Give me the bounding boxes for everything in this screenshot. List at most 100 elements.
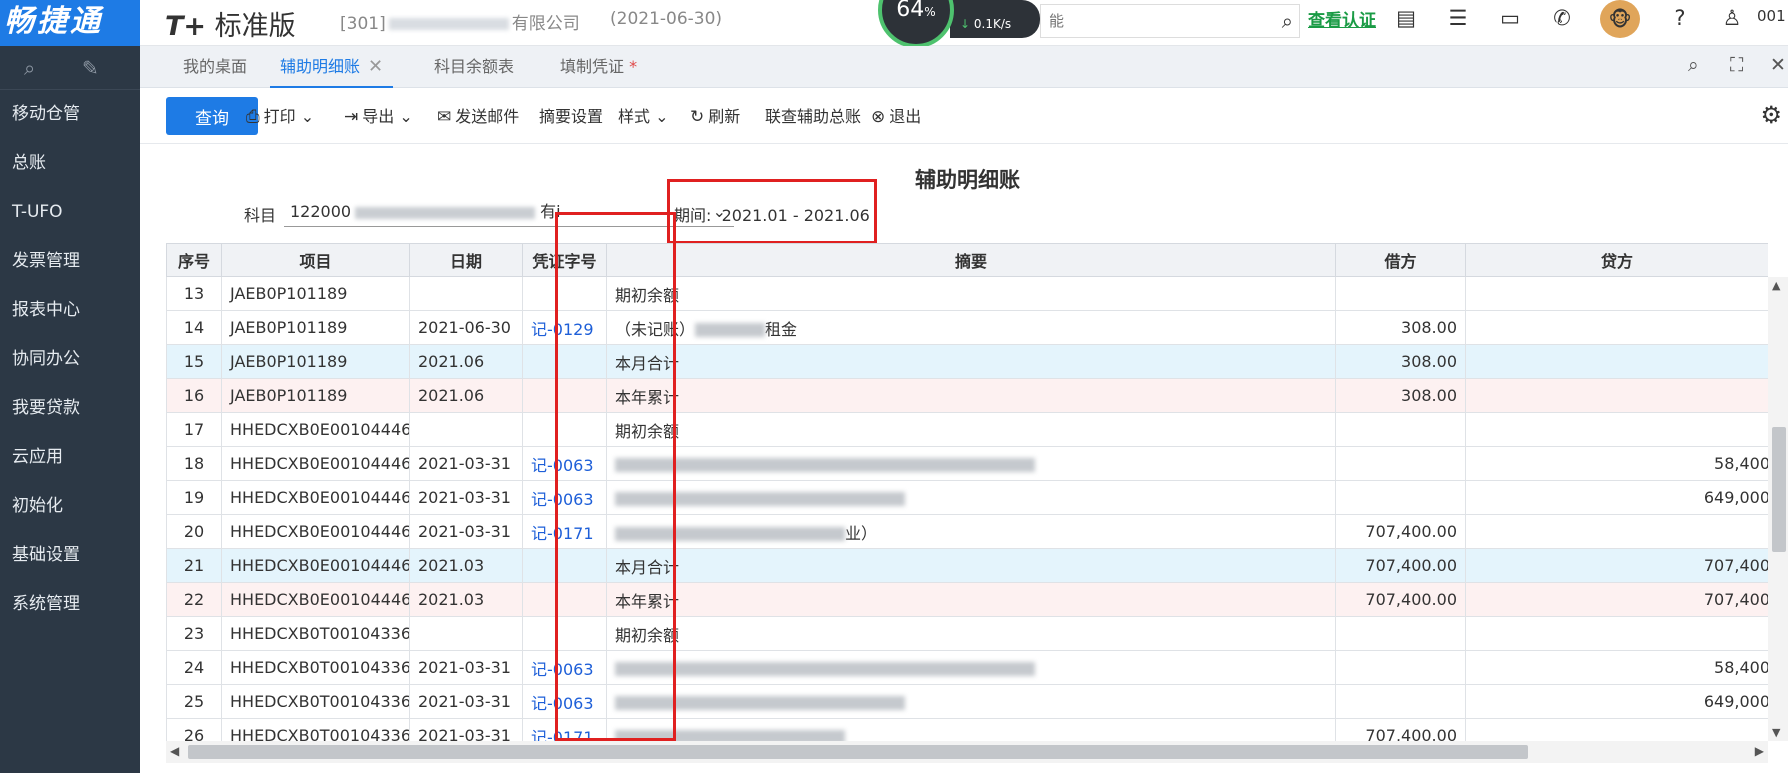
col-date[interactable]: 日期: [409, 243, 523, 277]
printer-icon: ⎙: [246, 107, 260, 127]
row-voucher[interactable]: 记-0129: [522, 310, 607, 345]
scroll-left-icon[interactable]: ◀: [170, 744, 179, 758]
toolbar: 查询 ⎙ 打印 ⌄ ⇥ 导出 ⌄ ✉ 发送邮件 摘要设置 样式 ⌄ ↻ 刷新 联查辅助总…: [140, 88, 1788, 144]
phone-icon[interactable]: ✆: [1548, 6, 1576, 30]
table-row[interactable]: 25 HHEDCXB0T00104336 2021-03-31 记-0063 649,0…: [166, 684, 1768, 719]
tab-label: 我的桌面: [183, 57, 248, 76]
message-icon[interactable]: ▭: [1496, 6, 1524, 30]
fullscreen-icon[interactable]: ⛶: [1730, 54, 1743, 76]
search-icon[interactable]: ⌕: [1688, 54, 1699, 76]
row-credit: [1465, 616, 1768, 651]
table-row[interactable]: 21 HHEDCXB0E00104446 2021.03 本月合计 707,400.00…: [166, 548, 1768, 583]
col-credit[interactable]: 贷方: [1465, 243, 1768, 277]
tab-voucher-entry[interactable]: 填制凭证 *: [550, 46, 647, 88]
table-row[interactable]: 14 JAEB0P101189 2021-06-30 记-0129 （未记账） 租金 308…: [166, 310, 1768, 345]
tab-aux-detail[interactable]: 辅助明细账 ✕: [270, 46, 394, 88]
calculator-icon[interactable]: ▤: [1392, 6, 1420, 30]
sidebar-item[interactable]: 系统管理: [0, 580, 140, 629]
query-button[interactable]: 查询: [166, 97, 258, 135]
scroll-thumb[interactable]: [1772, 427, 1786, 552]
row-voucher[interactable]: 记-0063: [522, 446, 607, 481]
linked-query-button[interactable]: 联查辅助总账: [765, 103, 861, 127]
row-item: JAEB0P101189: [221, 310, 410, 345]
row-debit: [1335, 684, 1466, 719]
col-no[interactable]: 序号: [166, 243, 222, 277]
close-all-icon[interactable]: ✕: [1770, 54, 1786, 76]
sidebar-item[interactable]: 发票管理: [0, 237, 140, 286]
table-row[interactable]: 13 JAEB0P101189 期初余额: [166, 276, 1768, 311]
close-icon[interactable]: ✕: [368, 56, 383, 77]
style-menu[interactable]: 样式 ⌄: [618, 103, 669, 127]
gear-icon[interactable]: ⚙: [1760, 101, 1782, 129]
search-doc-icon[interactable]: ⌕: [24, 56, 35, 80]
row-credit: [1465, 276, 1768, 311]
row-date: 2021-03-31: [409, 650, 523, 685]
horizontal-scrollbar[interactable]: ◀ ▶: [166, 741, 1768, 763]
row-date: [409, 276, 523, 311]
refresh-button[interactable]: ↻ 刷新: [690, 103, 740, 127]
row-credit: [1465, 378, 1768, 413]
print-menu[interactable]: ⎙ 打印 ⌄: [246, 103, 314, 127]
table-row[interactable]: 26 HHEDCXB0T00104336 2021-03-31 记-0171 707,4…: [166, 718, 1768, 741]
sidebar-item[interactable]: 基础设置: [0, 531, 140, 580]
table-row[interactable]: 22 HHEDCXB0E00104446 2021.03 本年累计 707,400.00…: [166, 582, 1768, 617]
tab-label: 科目余额表: [434, 57, 515, 76]
table-row[interactable]: 18 HHEDCXB0E00104446 2021-03-31 记-0063 58,40…: [166, 446, 1768, 481]
row-voucher[interactable]: 记-0063: [522, 684, 607, 719]
row-item: HHEDCXB0T00104336: [221, 718, 410, 741]
redacted-text: [615, 457, 1035, 472]
task-list-icon[interactable]: ☰: [1444, 6, 1472, 30]
row-date: 2021-03-31: [409, 480, 523, 515]
export-icon: ⇥: [344, 107, 359, 127]
scroll-down-icon[interactable]: ▼: [1772, 726, 1780, 739]
search-input[interactable]: [1041, 5, 1241, 37]
mascot-icon[interactable]: 🐵: [1600, 0, 1640, 38]
row-debit: 308.00: [1335, 378, 1466, 413]
sidebar: ⌕ ✎ 移动仓管 总账 T-UFO 发票管理 报表中心 协同办公 我要贷款 云应用 初始化 基础设…: [0, 46, 140, 773]
send-mail-label: 发送邮件: [455, 107, 520, 126]
tab-desktop[interactable]: 我的桌面: [173, 46, 257, 88]
sidebar-item[interactable]: 总账: [0, 139, 140, 188]
sidebar-item[interactable]: 报表中心: [0, 286, 140, 335]
summary-settings-button[interactable]: 摘要设置: [539, 103, 603, 127]
table-row[interactable]: 15 JAEB0P101189 2021.06 本月合计 308.00: [166, 344, 1768, 379]
row-debit: [1335, 412, 1466, 447]
help-icon[interactable]: ?: [1666, 6, 1694, 30]
search-icon[interactable]: ⌕: [1282, 9, 1293, 33]
row-voucher[interactable]: 记-0171: [522, 514, 607, 549]
send-mail-button[interactable]: ✉ 发送邮件: [437, 103, 519, 127]
table-row[interactable]: 24 HHEDCXB0T00104336 2021-03-31 记-0063 58,40…: [166, 650, 1768, 685]
sidebar-item[interactable]: 移动仓管: [0, 90, 140, 139]
sidebar-item[interactable]: 初始化: [0, 482, 140, 531]
table-row[interactable]: 19 HHEDCXB0E00104446 2021-03-31 记-0063 649,0…: [166, 480, 1768, 515]
row-voucher[interactable]: 记-0063: [522, 650, 607, 685]
col-debit[interactable]: 借方: [1335, 243, 1466, 277]
new-doc-icon[interactable]: ✎: [82, 56, 99, 80]
vertical-scrollbar[interactable]: ▲ ▼: [1768, 277, 1788, 741]
row-summary: 本年累计: [606, 378, 1336, 413]
col-item[interactable]: 项目: [221, 243, 410, 277]
table-row[interactable]: 20 HHEDCXB0E00104446 2021-03-31 记-0171 业） 707…: [166, 514, 1768, 549]
export-menu[interactable]: ⇥ 导出 ⌄: [344, 103, 413, 127]
sidebar-item[interactable]: 我要贷款: [0, 384, 140, 433]
sidebar-item[interactable]: 协同办公: [0, 335, 140, 384]
scroll-up-icon[interactable]: ▲: [1772, 279, 1780, 292]
sidebar-item[interactable]: T-UFO: [0, 188, 140, 237]
row-voucher[interactable]: 记-0063: [522, 480, 607, 515]
chevron-down-icon: ⌄: [399, 107, 413, 126]
row-voucher[interactable]: 记-0171: [522, 718, 607, 741]
table-row[interactable]: 23 HHEDCXB0T00104336 期初余额: [166, 616, 1768, 651]
scroll-right-icon[interactable]: ▶: [1755, 744, 1764, 758]
scroll-thumb[interactable]: [188, 745, 1528, 759]
sidebar-item[interactable]: 云应用: [0, 433, 140, 482]
table-row[interactable]: 17 HHEDCXB0E00104446 期初余额: [166, 412, 1768, 447]
col-voucher[interactable]: 凭证字号: [522, 243, 607, 277]
exit-button[interactable]: ⊗ 退出: [871, 103, 921, 127]
table-row[interactable]: 16 JAEB0P101189 2021.06 本年累计 308.00: [166, 378, 1768, 413]
tab-balance[interactable]: 科目余额表: [424, 46, 524, 88]
col-summary[interactable]: 摘要: [606, 243, 1336, 277]
user-icon[interactable]: ♙: [1718, 6, 1746, 30]
summary-text: 本月合计: [615, 557, 680, 577]
verify-link[interactable]: 查看认证: [1308, 6, 1376, 31]
user-id[interactable]: 001: [1757, 7, 1786, 25]
